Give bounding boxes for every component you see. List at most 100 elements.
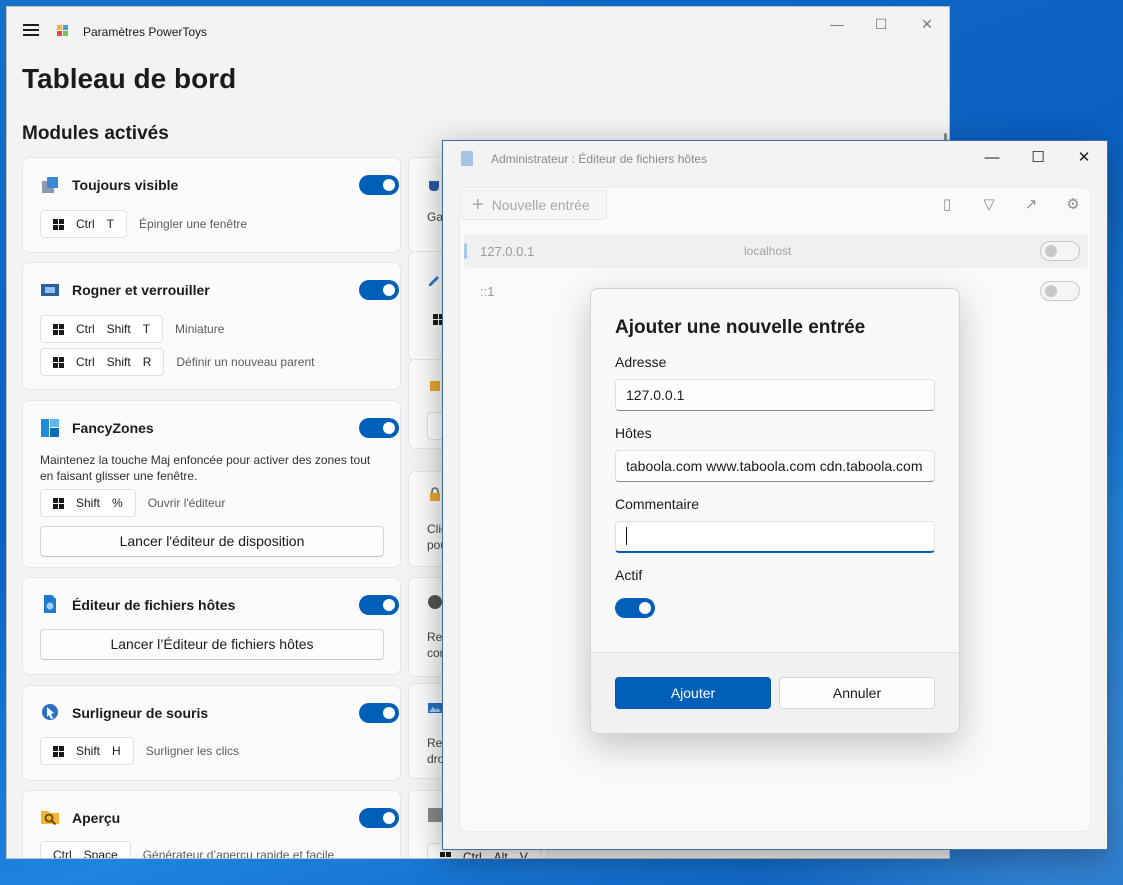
peek-toggle[interactable] [359,808,399,828]
key: Ctrl [76,217,95,231]
host-address: 127.0.0.1 [480,244,535,259]
shortcut-description: Surligner les clics [145,744,240,758]
address-label: Adresse [615,354,667,370]
maximize-icon[interactable]: ☐ [1027,147,1049,169]
shortcut-row: Ctrl Shift R Définir un nouveau parent [40,348,314,376]
hosts-input[interactable] [615,450,935,482]
mouse-highlighter-icon [42,704,58,720]
shortcut-description: Définir un nouveau parent [176,355,315,369]
launch-hosts-editor-button[interactable]: Lancer l’Éditeur de fichiers hôtes [40,629,384,660]
text-icon [428,808,442,822]
shortcut-keys: Ctrl Space [40,841,131,859]
window-title: Administrateur : Éditeur de fichiers hôt… [491,152,708,166]
text-caret [626,527,627,545]
key: R [142,355,152,369]
module-title: Éditeur de fichiers hôtes [72,597,236,613]
shortcut-keys: Ctrl T [40,210,128,238]
settings-gear-icon[interactable]: ⚙ [1064,196,1082,214]
filter-icon[interactable]: ▽ [980,196,998,214]
module-card-hosts-editor: Éditeur de fichiers hôtes Lancer l’Édite… [22,577,401,675]
shortcut-keys: Shift % [40,489,136,517]
hosts-file-icon [461,151,473,166]
host-active-toggle[interactable] [1040,281,1080,301]
key: Ctrl [53,848,72,859]
module-card-crop-and-lock: Rogner et verrouiller Ctrl Shift T Minia… [22,262,401,390]
mouse-highlighter-toggle[interactable] [359,703,399,723]
minimize-icon[interactable]: — [981,147,1003,169]
shortcut-keys: Ctrl Shift T [40,315,164,343]
file-icon[interactable]: ▯ [938,196,956,214]
windows-key-icon [53,497,64,509]
comment-input[interactable] [615,521,935,553]
fancyzones-icon [41,419,59,437]
awake-icon [429,181,439,191]
add-button[interactable]: Ajouter [615,677,771,709]
powertoys-titlebar: Paramètres PowerToys — ☐ ✕ [7,7,949,47]
key: Shift [76,744,101,758]
shortcut-description: Épingler une fenêtre [139,217,248,231]
module-title: Surligneur de souris [72,705,209,721]
image-icon [428,703,442,713]
shortcut-description: Ouvrir l'éditeur [147,496,226,510]
module-card-mouse-highlighter: Surligneur de souris Shift H Surligner l… [22,685,401,781]
minimize-icon[interactable]: — [826,13,848,35]
always-on-top-toggle[interactable] [359,175,399,195]
new-entry-button[interactable]: + Nouvelle entrée [461,190,607,220]
key: Space [83,848,118,859]
key: Shift [106,322,131,336]
active-toggle[interactable] [615,598,655,618]
key: Ctrl [463,850,482,859]
module-title: Toujours visible [72,177,179,193]
comment-label: Commentaire [615,496,700,512]
crop-and-lock-toggle[interactable] [359,280,399,300]
host-address: ::1 [480,284,495,299]
active-label: Actif [615,567,643,583]
key: V [519,850,528,859]
shortcut-row: Shift % Ouvrir l'éditeur [40,489,225,517]
module-title: Rogner et verrouiller [72,282,210,298]
shortcut-description: Générateur d’aperçu rapide et facile [142,848,335,859]
shortcut-keys: Ctrl Shift R [40,348,165,376]
host-names: localhost [744,244,792,258]
module-card-fancyzones: FancyZones Maintenez la touche Maj enfon… [22,400,401,568]
close-icon[interactable]: ✕ [916,13,938,35]
key: Alt [493,850,508,859]
hamburger-menu-icon[interactable] [23,24,39,36]
hosts-editor-toggle[interactable] [359,595,399,615]
dialog-footer: Ajouter Annuler [591,652,959,733]
module-title: FancyZones [72,420,154,436]
peek-icon [41,811,59,826]
hosts-label: Hôtes [615,425,652,441]
module-description: Maintenez la touche Maj enfoncée pour ac… [40,453,371,483]
always-on-top-icon [42,177,58,193]
key: Ctrl [76,355,95,369]
crop-tool-icon [430,381,440,391]
page-title: Tableau de bord [22,63,237,94]
maximize-icon[interactable]: ☐ [870,13,892,35]
module-card-peek: Aperçu Ctrl Space Générateur d’aperçu ra… [22,790,401,859]
crop-and-lock-icon [41,284,59,296]
windows-key-icon [53,218,64,230]
key: T [106,217,115,231]
selection-indicator [464,243,467,259]
lock-icon [430,487,440,501]
new-entry-label: Nouvelle entrée [491,197,590,213]
fancyzones-toggle[interactable] [359,418,399,438]
circle-icon [428,595,442,609]
hosts-file-editor-icon [44,595,56,613]
color-picker-icon [429,276,439,286]
open-external-icon[interactable]: ↗ [1022,196,1040,214]
host-entry-row[interactable]: 127.0.0.1 localhost [464,234,1088,268]
key: T [142,322,151,336]
host-active-toggle[interactable] [1040,241,1080,261]
address-input[interactable] [615,379,935,411]
dialog-title: Ajouter une nouvelle entrée [615,317,866,338]
launch-layout-editor-button[interactable]: Lancer l'éditeur de disposition [40,526,384,557]
section-title: Modules activés [22,123,169,144]
windows-key-icon [53,356,64,368]
cancel-button[interactable]: Annuler [779,677,935,709]
close-icon[interactable]: ✕ [1073,147,1095,169]
key: Ctrl [76,322,95,336]
add-entry-dialog: Ajouter une nouvelle entrée Adresse Hôte… [590,288,960,734]
window-title: Paramètres PowerToys [83,25,208,39]
